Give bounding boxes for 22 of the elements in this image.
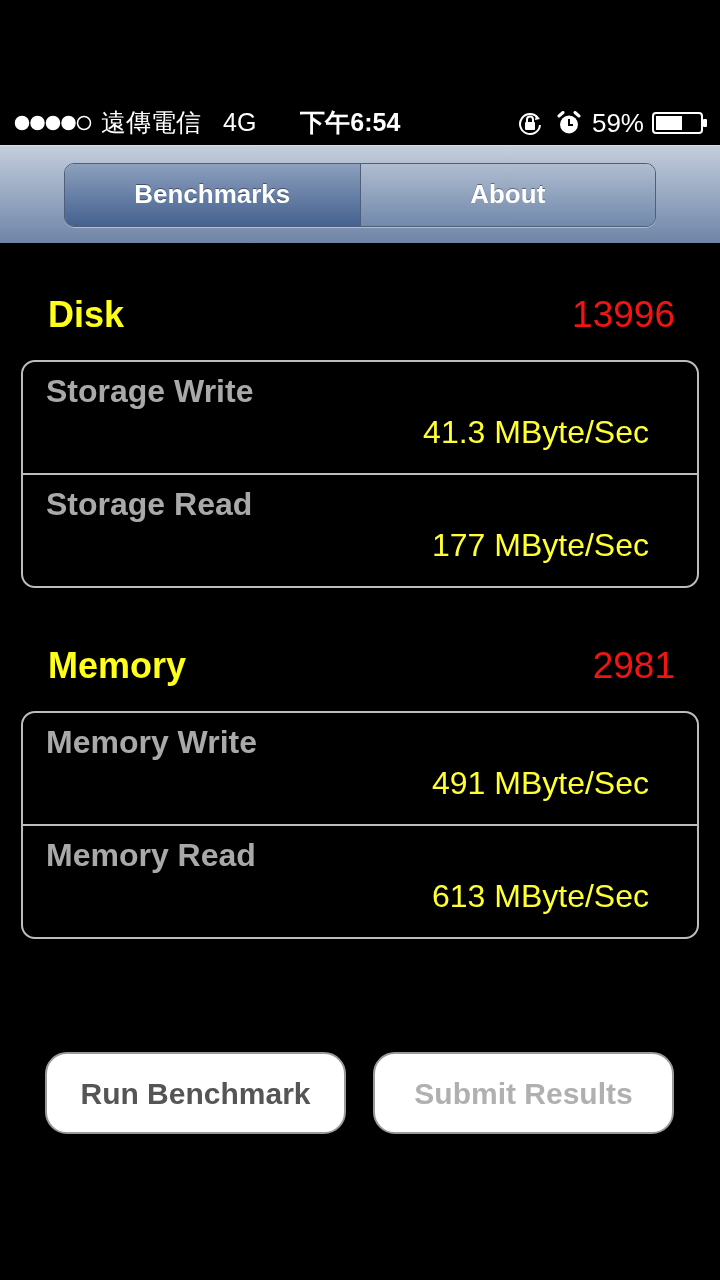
segment-tab[interactable]: Benchmarks bbox=[65, 163, 360, 226]
result-label: Memory Read bbox=[46, 836, 256, 875]
action-button[interactable]: Run Benchmark bbox=[45, 1052, 346, 1134]
status-time: 下午6:54 bbox=[300, 110, 401, 135]
result-value: 491 MByte/Sec bbox=[432, 764, 649, 803]
result-value: 613 MByte/Sec bbox=[432, 877, 649, 916]
network-type: 4G bbox=[223, 110, 257, 135]
carrier-name: 遠傳電信 bbox=[101, 110, 201, 135]
segment-tab[interactable]: About bbox=[359, 163, 655, 226]
signal-strength-icon bbox=[14, 114, 92, 131]
result-label: Memory Write bbox=[46, 723, 257, 762]
section-score: 2981 bbox=[592, 644, 675, 689]
alarm-clock-icon bbox=[556, 110, 581, 135]
battery-percentage: 59% bbox=[591, 109, 644, 136]
result-value: 41.3 MByte/Sec bbox=[423, 413, 649, 452]
section-title: Disk bbox=[48, 293, 125, 337]
result-label: Storage Read bbox=[46, 485, 253, 524]
battery-icon bbox=[652, 111, 708, 134]
section-score: 13996 bbox=[572, 293, 675, 338]
result-value: 177 MByte/Sec bbox=[432, 526, 649, 565]
section-title: Memory bbox=[48, 644, 187, 688]
result-label: Storage Write bbox=[46, 372, 254, 411]
